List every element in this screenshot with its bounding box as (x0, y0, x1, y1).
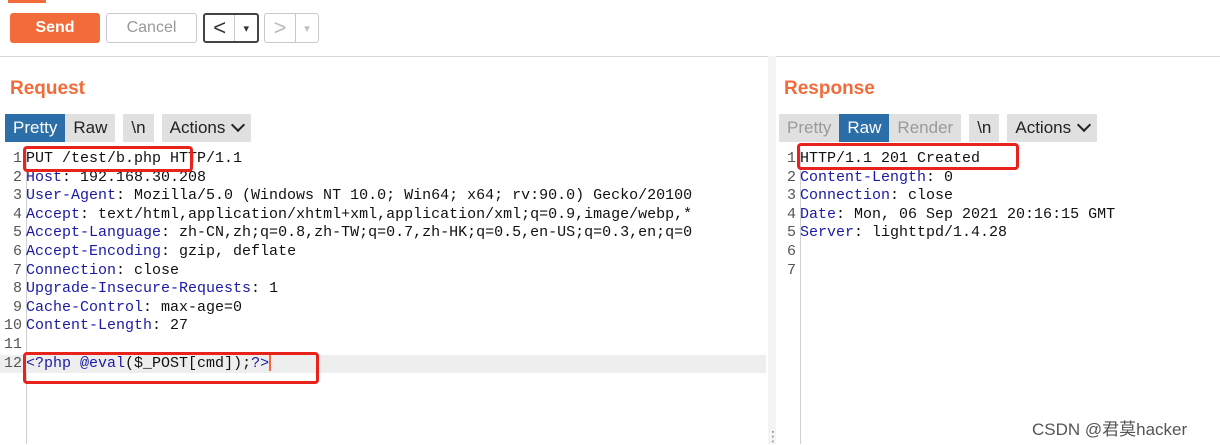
request-view-tabs: Pretty Raw \n Actions (5, 114, 252, 142)
code-line: 9 Cache-Control: max-age=0 (12, 298, 243, 316)
dropdown-caret-icon[interactable]: ▾ (296, 14, 318, 42)
cancel-button[interactable]: Cancel (106, 13, 197, 43)
actions-label: Actions (169, 118, 226, 137)
actions-menu[interactable]: Actions (1007, 114, 1098, 142)
send-button[interactable]: Send (10, 13, 100, 43)
code-line: 2 Content-Length: 0 (786, 168, 954, 186)
chevron-left-icon[interactable]: < (205, 15, 236, 41)
code-line: 3 Connection: close (786, 187, 954, 205)
dropdown-caret-icon[interactable]: ▾ (235, 15, 257, 41)
code-line: 6 Accept-Encoding: gzip, deflate (12, 242, 297, 260)
back-history-control[interactable]: < ▾ (203, 13, 259, 43)
tab-newline[interactable]: \n (123, 114, 154, 142)
code-line: 10 Content-Length: 27 (3, 317, 189, 335)
request-title: Request (10, 78, 85, 99)
tab-render[interactable]: Render (889, 114, 962, 142)
tab-pretty[interactable]: Pretty (779, 114, 840, 142)
code-line: 4 Date: Mon, 06 Sep 2021 20:16:15 GMT (786, 205, 1116, 223)
tab-pretty[interactable]: Pretty (5, 114, 66, 142)
code-line: 6 (786, 242, 796, 260)
response-view-tabs: Pretty Raw Render \n Actions (779, 114, 1098, 142)
actions-menu[interactable]: Actions (161, 114, 252, 142)
code-line: 5 Server: lighttpd/1.4.28 (786, 224, 1008, 242)
tab-newline[interactable]: \n (969, 114, 1000, 142)
code-line: 8 Upgrade-Insecure-Requests: 1 (12, 280, 279, 298)
highlight-box-status-line (797, 143, 1019, 170)
request-editor[interactable]: 1 PUT /test/b.php HTTP/1.1 2 Host: 192.168… (0, 150, 766, 374)
active-tab-indicator (8, 0, 46, 3)
highlight-box-payload (23, 352, 319, 384)
code-line: 7 Connection: close (12, 261, 180, 279)
forward-history-control[interactable]: > ▾ (264, 13, 319, 43)
code-line: 7 (786, 261, 796, 279)
drag-handle-icon[interactable]: ⋮ (766, 428, 780, 445)
chevron-down-icon (231, 117, 246, 133)
code-line: 4 Accept: text/html,application/xhtml+xml… (12, 205, 693, 223)
response-title: Response (784, 78, 875, 99)
code-line: 3 User-Agent: Mozilla/5.0 (Windows NT 10.… (12, 187, 693, 205)
watermark: CSDN @君莫hacker (1032, 420, 1188, 439)
code-line: 5 Accept-Language: zh-CN,zh;q=0.8,zh-TW;q… (12, 224, 693, 242)
tab-raw[interactable]: Raw (839, 114, 890, 142)
chevron-right-icon[interactable]: > (265, 14, 296, 42)
toolbar: Send Cancel < ▾ > ▾ (0, 0, 1220, 57)
highlight-box-request-line (23, 146, 193, 172)
chevron-down-icon (1077, 117, 1092, 133)
tab-raw[interactable]: Raw (65, 114, 116, 142)
actions-label: Actions (1015, 118, 1072, 137)
